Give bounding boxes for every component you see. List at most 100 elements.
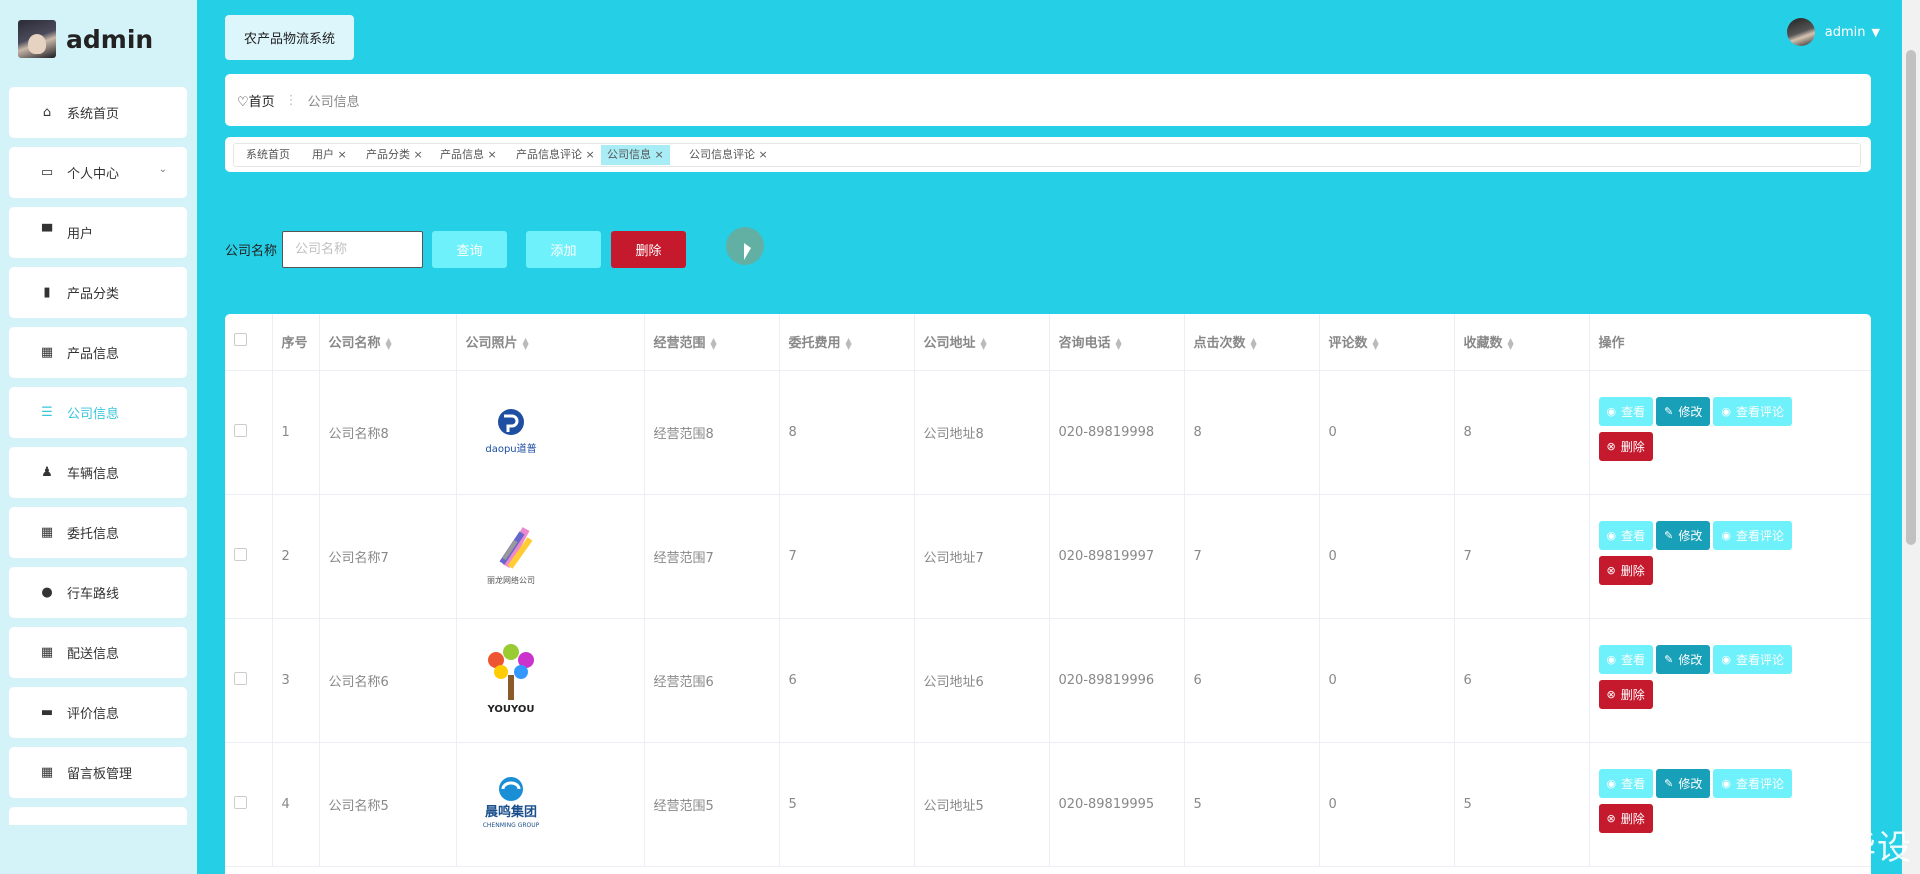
cell-logo: YOUYOU [456,618,645,743]
column-header[interactable]: 点击次数 ▲ ▼ [1184,314,1320,371]
row-checkbox[interactable] [234,547,247,561]
sort-icon[interactable]: ▲ ▼ [1508,336,1514,350]
close-icon[interactable]: × [484,148,496,161]
sidebar-item-2[interactable]: ▀ 用户 [9,207,187,258]
user-menu[interactable]: admin ▼ [1786,18,1880,46]
sidebar-item-7[interactable]: ▦ 委托信息 [9,507,187,558]
sidebar-item-4[interactable]: ▦ 产品信息 [9,327,187,378]
table-header-row: 序号 公司名称 ▲ ▼ 公司照片 ▲ ▼ 经营范围 ▲ ▼ 委托费用 ▲ ▼ 公司地址 ▲ ▼ 咨询电话 ▲ ▼ 点击… [225,314,1871,371]
cell-value: 7 [1193,548,1202,564]
select-all-checkbox[interactable] [234,333,247,347]
tab-4[interactable]: 产品信息评论 × [510,145,601,165]
page-scrollbar[interactable] [1902,0,1920,874]
sidebar-item-0[interactable]: ⌂ 系统首页 [9,87,187,138]
sort-icon[interactable]: ▲ ▼ [1373,336,1379,350]
close-icon[interactable]: × [582,148,594,161]
edit-button[interactable]: ✎ 修改 [1656,769,1711,798]
sidebar-item-6[interactable]: ♟ 车辆信息 [9,447,187,498]
view-comments-button[interactable]: ◉ 查看评论 [1713,769,1792,798]
close-icon[interactable]: × [410,148,422,161]
sidebar-item-11[interactable]: ▦ 留言板管理 [9,747,187,798]
eye-icon: ◉ [1721,405,1731,418]
row-checkbox[interactable] [234,671,247,685]
tab-5[interactable]: 公司信息 × [601,145,670,165]
column-header-label: 公司照片 [465,336,518,352]
eye-icon: ◉ [1606,405,1617,418]
delete-button[interactable]: ⊗ 删除 [1598,432,1653,461]
tab-label: 公司信息评论 [689,148,755,161]
column-header[interactable]: 经营范围 ▲ ▼ [644,314,780,371]
row-checkbox[interactable] [234,423,247,437]
sidebar-item-5[interactable]: ☰ 公司信息 [9,387,187,438]
scrollbar-thumb[interactable] [1906,50,1916,545]
cell-value: 6 [1193,672,1202,688]
column-header[interactable]: 公司地址 ▲ ▼ [914,314,1050,371]
sort-icon[interactable]: ▲ ▼ [1116,336,1122,350]
cell-logo: 晨鸣集团 CHENMING GROUP [456,742,645,867]
cell-actions: ◉ 查看 ✎ 修改 ◉ 查看评论 ⊗ 删除 [1589,618,1871,743]
cell-value: 3 [281,672,290,688]
sort-icon[interactable]: ▲ ▼ [846,336,852,350]
delete-button[interactable]: ⊗ 删除 [1598,680,1653,709]
sort-icon[interactable]: ▲ ▼ [711,336,717,350]
sort-icon[interactable]: ▲ ▼ [981,336,987,350]
cell-value: 020-89819996 [1058,672,1155,688]
tab-6[interactable]: 公司信息评论 × [683,145,774,165]
company-logo[interactable]: 丽龙网络公司 [466,511,556,601]
button-label: 修改 [1678,405,1703,419]
sort-icon[interactable]: ▲ ▼ [386,336,392,350]
row-checkbox[interactable] [234,795,247,809]
breadcrumb-home[interactable]: ♡首页 [237,91,275,110]
tab-0[interactable]: 系统首页 [240,145,296,165]
delete-button[interactable]: ⊗ 删除 [1598,556,1653,585]
view-button[interactable]: ◉ 查看 [1598,397,1654,426]
sidebar-item-8[interactable]: ● 行车路线 [9,567,187,618]
view-comments-button[interactable]: ◉ 查看评论 [1713,521,1792,550]
bulk-delete-button[interactable]: 删除 [611,231,686,268]
close-icon[interactable]: × [651,148,663,161]
company-logo[interactable]: YOUYOU [466,635,556,725]
company-logo[interactable]: daopu道普 [466,387,556,477]
add-button[interactable]: 添加 [526,231,601,268]
column-header[interactable]: 收藏数 ▲ ▼ [1454,314,1590,371]
tab-1[interactable]: 用户 × [306,145,353,165]
view-button[interactable]: ◉ 查看 [1598,769,1654,798]
edit-button[interactable]: ✎ 修改 [1656,645,1711,674]
cell-fee: 6 [779,618,915,743]
column-header[interactable]: 公司名称 ▲ ▼ [319,314,457,371]
column-header[interactable]: 公司照片 ▲ ▼ [456,314,645,371]
sort-icon[interactable]: ▲ ▼ [523,336,529,350]
view-comments-button[interactable]: ◉ 查看评论 [1713,397,1792,426]
tab-2[interactable]: 产品分类 × [360,145,429,165]
svg-text:YOUYOU: YOUYOU [486,704,534,715]
eye-icon: ◉ [1606,653,1617,666]
query-button[interactable]: 查询 [432,231,507,268]
edit-button[interactable]: ✎ 修改 [1656,521,1711,550]
view-button[interactable]: ◉ 查看 [1598,521,1654,550]
sidebar-item-10[interactable]: ▬ 评价信息 [9,687,187,738]
cell-value: 公司地址6 [923,674,984,690]
sidebar-item-partial[interactable] [9,807,187,825]
column-header[interactable]: 委托费用 ▲ ▼ [779,314,915,371]
sidebar-item-9[interactable]: ▦ 配送信息 [9,627,187,678]
company-logo[interactable]: 晨鸣集团 CHENMING GROUP [466,759,556,849]
view-button[interactable]: ◉ 查看 [1598,645,1654,674]
cell-value: 7 [788,548,797,564]
close-icon[interactable]: × [755,148,767,161]
cell-value: 5 [1193,796,1202,812]
column-header[interactable]: 咨询电话 ▲ ▼ [1049,314,1185,371]
sidebar-item-1[interactable]: ▭ 个人中心 ⌄ [9,147,187,198]
delete-circle-icon: ⊗ [1606,812,1616,825]
sort-icon[interactable]: ▲ ▼ [1251,336,1257,350]
sidebar-item-3[interactable]: ▮ 产品分类 [9,267,187,318]
delete-circle-icon: ⊗ [1606,440,1616,453]
watermark: CSDN @米罗毕设 [1624,828,1912,868]
cell-value: 8 [1463,424,1472,440]
cell-favorites: 8 [1454,370,1590,495]
edit-button[interactable]: ✎ 修改 [1656,397,1711,426]
tab-3[interactable]: 产品信息 × [434,145,503,165]
company-name-search-input[interactable] [282,231,423,268]
column-header[interactable]: 评论数 ▲ ▼ [1319,314,1455,371]
view-comments-button[interactable]: ◉ 查看评论 [1713,645,1792,674]
close-icon[interactable]: × [334,148,346,161]
